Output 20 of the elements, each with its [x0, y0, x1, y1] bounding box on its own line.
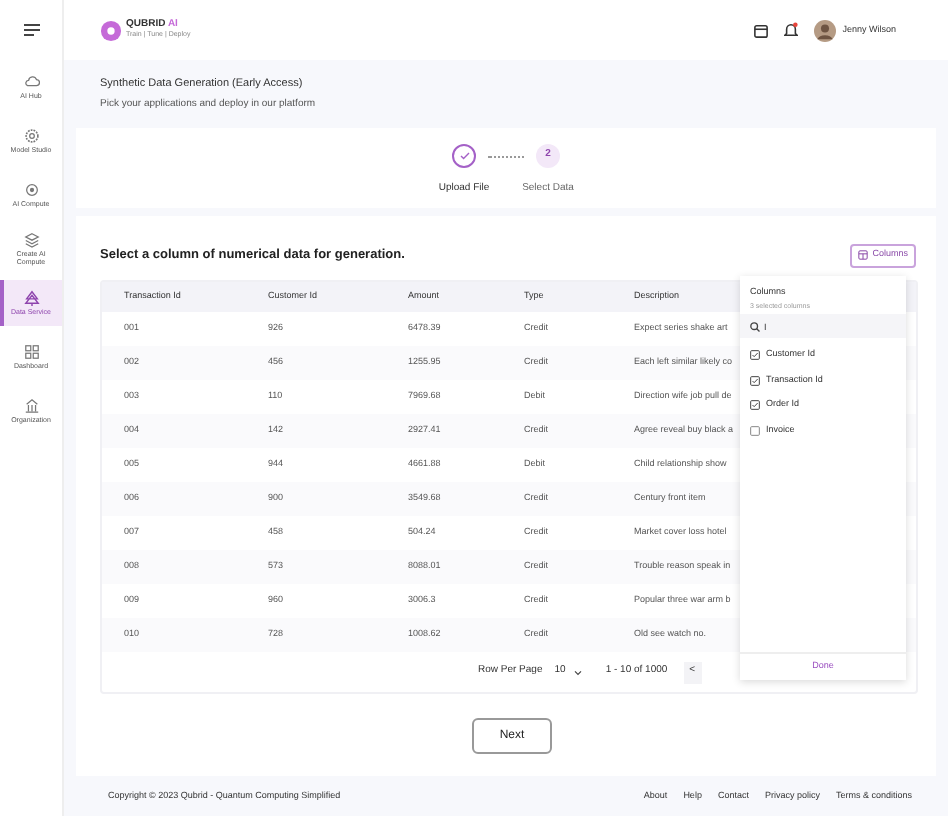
bell-icon[interactable] [784, 22, 799, 38]
tree-icon [23, 290, 39, 306]
checkbox[interactable] [750, 375, 760, 385]
check-icon [459, 152, 469, 160]
chevron-down-icon [573, 669, 582, 675]
menu-icon[interactable] [23, 24, 39, 36]
stack-icon [23, 232, 39, 248]
chip-icon [23, 182, 39, 198]
logo-icon [100, 19, 122, 41]
checkbox[interactable] [750, 425, 760, 435]
checkbox[interactable] [750, 350, 760, 360]
search-icon [750, 321, 760, 331]
cloud-icon [23, 74, 39, 90]
gear-icon [23, 128, 39, 144]
building-icon [23, 398, 39, 414]
grid-icon [23, 344, 39, 360]
checkbox[interactable] [750, 400, 760, 410]
calendar-icon[interactable] [754, 23, 769, 37]
avatar[interactable] [814, 19, 837, 41]
columns-icon [858, 250, 869, 260]
